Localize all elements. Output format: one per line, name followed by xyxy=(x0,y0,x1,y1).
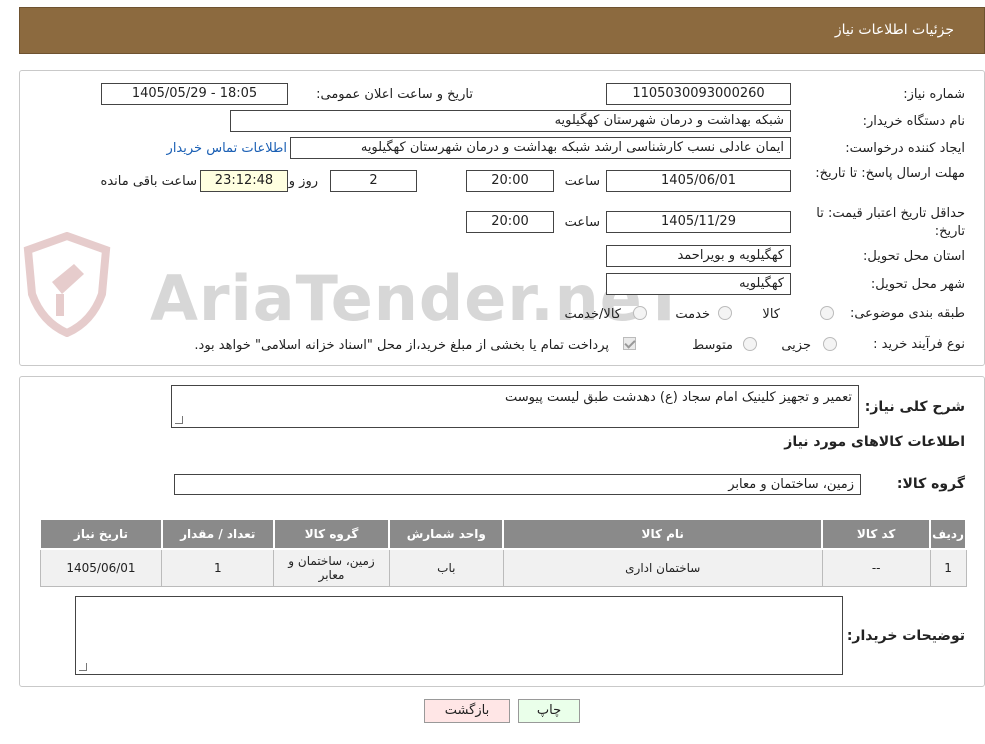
validity-time-field[interactable]: 20:00 xyxy=(466,211,554,233)
category-goods-service-label: کالا/خدمت xyxy=(564,307,621,322)
category-goods-label: کالا xyxy=(762,307,780,322)
cell-qty: 1 xyxy=(161,548,275,587)
group-label: گروه کالا: xyxy=(896,476,965,492)
province-field[interactable]: کهگیلویه و بویراحمد xyxy=(606,245,791,267)
table-header-row: ردیف کد کالا نام کالا واحد شمارش گروه کا… xyxy=(39,518,967,550)
col-unit: واحد شمارش xyxy=(388,518,505,550)
items-table: ردیف کد کالا نام کالا واحد شمارش گروه کا… xyxy=(39,518,967,587)
col-row: ردیف xyxy=(929,518,967,550)
desc-value: تعمیر و تجهیز کلینیک امام سجاد (ع) دهدشت… xyxy=(504,390,852,405)
province-label: استان محل تحویل: xyxy=(863,249,965,264)
group-field[interactable]: زمین، ساختمان و معابر xyxy=(174,474,861,495)
category-goods-radio[interactable] xyxy=(820,306,834,320)
col-name: نام کالا xyxy=(502,518,824,550)
print-button[interactable]: چاپ xyxy=(518,699,580,723)
col-code: کد کالا xyxy=(821,518,932,550)
remaining-time-field[interactable]: 23:12:48 xyxy=(200,170,288,192)
buyer-org-field[interactable]: شبکه بهداشت و درمان شهرستان کهگیلویه xyxy=(230,110,791,132)
cell-date: 1405/06/01 xyxy=(39,548,163,587)
cell-row: 1 xyxy=(929,548,967,587)
page-header: جزئیات اطلاعات نیاز xyxy=(19,7,985,54)
announce-field[interactable]: 1405/05/29 - 18:05 xyxy=(101,83,288,105)
validity-date-field[interactable]: 1405/11/29 xyxy=(606,211,791,233)
process-minor-label: جزیی xyxy=(781,338,811,353)
resize-grip-icon[interactable] xyxy=(175,416,183,424)
days-label: روز و xyxy=(288,174,318,189)
cell-unit: باب xyxy=(388,548,504,587)
process-medium-label: متوسط xyxy=(692,338,733,353)
need-number-field[interactable]: 1105030093000260 xyxy=(606,83,791,105)
goods-section-title: اطلاعات کالاهای مورد نیاز xyxy=(784,434,965,450)
col-date: تاریخ نیاز xyxy=(39,518,163,550)
buyer-notes-label: توضیحات خریدار: xyxy=(846,628,965,644)
announce-value: 1405/05/29 - 18:05 xyxy=(131,86,258,101)
validity-label: حداقل تاریخ اعتبار قیمت: تا تاریخ: xyxy=(816,206,965,239)
treasury-checkbox[interactable] xyxy=(623,337,636,350)
table-row[interactable]: 1 -- ساختمان اداری باب زمین، ساختمان و م… xyxy=(39,548,967,587)
city-label: شهر محل تحویل: xyxy=(870,277,965,292)
cell-group: زمین، ساختمان و معابر xyxy=(273,548,390,587)
process-label: نوع فرآیند خرید : xyxy=(873,337,965,352)
deadline-label: مهلت ارسال پاسخ: تا تاریخ: xyxy=(815,166,965,181)
announce-label: تاریخ و ساعت اعلان عمومی: xyxy=(316,87,473,102)
resize-grip-icon[interactable] xyxy=(79,663,87,671)
creator-field[interactable]: ایمان عادلی نسب کارشناسی ارشد شبکه بهداش… xyxy=(290,137,791,159)
col-qty: تعداد / مقدار xyxy=(160,518,275,550)
validity-time-label: ساعت xyxy=(564,215,600,230)
cell-name: ساختمان اداری xyxy=(502,548,823,587)
need-number-label: شماره نیاز: xyxy=(903,87,965,102)
buyer-contact-link[interactable]: اطلاعات تماس خریدار xyxy=(167,141,287,156)
category-label: طبقه بندی موضوعی: xyxy=(849,306,965,321)
deadline-time-label: ساعت xyxy=(564,174,600,189)
creator-label: ایجاد کننده درخواست: xyxy=(845,141,965,156)
process-minor-radio[interactable] xyxy=(823,337,837,351)
cell-code: -- xyxy=(821,548,931,587)
buyer-notes-textarea[interactable] xyxy=(75,596,843,675)
category-service-radio[interactable] xyxy=(718,306,732,320)
deadline-date-field[interactable]: 1405/06/01 xyxy=(606,170,791,192)
category-service-label: خدمت xyxy=(675,307,710,322)
watermark-shield-icon xyxy=(22,231,112,338)
remaining-label: ساعت باقی مانده xyxy=(100,174,197,189)
page-title: جزئیات اطلاعات نیاز xyxy=(834,22,954,38)
desc-textarea[interactable]: تعمیر و تجهیز کلینیک امام سجاد (ع) دهدشت… xyxy=(171,385,859,428)
category-goods-service-radio[interactable] xyxy=(633,306,647,320)
buyer-org-label: نام دستگاه خریدار: xyxy=(862,114,965,129)
days-field[interactable]: 2 xyxy=(330,170,417,192)
back-button[interactable]: بازگشت xyxy=(424,699,510,723)
process-medium-radio[interactable] xyxy=(743,337,757,351)
desc-label: شرح کلی نیاز: xyxy=(864,399,965,415)
city-field[interactable]: کهگیلویه xyxy=(606,273,791,295)
payment-note: پرداخت تمام یا بخشی از مبلغ خرید،از محل … xyxy=(194,338,609,353)
deadline-time-field[interactable]: 20:00 xyxy=(466,170,554,192)
col-group: گروه کالا xyxy=(272,518,391,550)
